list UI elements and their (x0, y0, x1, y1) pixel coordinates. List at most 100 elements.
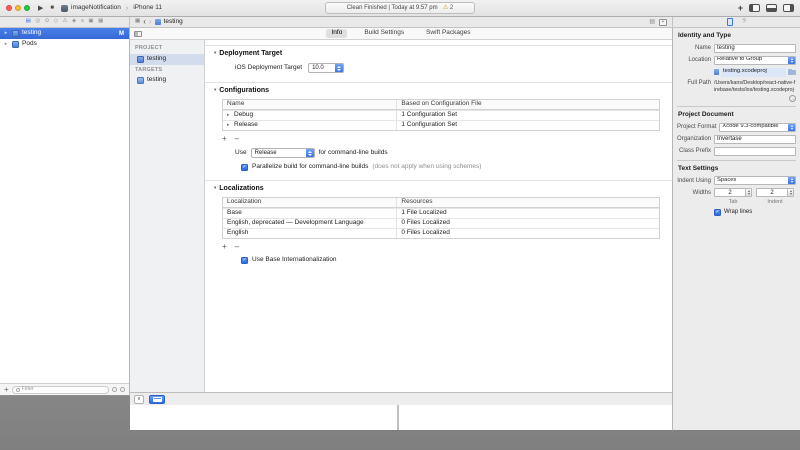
configurations-add-remove: + – (222, 135, 672, 143)
disclosure-icon[interactable]: ▸ (227, 123, 232, 128)
navigator-filter-input[interactable]: Filter (12, 386, 109, 394)
symbol-navigator-icon[interactable]: ⊙ (45, 19, 50, 25)
disclosure-icon[interactable]: ▸ (3, 42, 9, 47)
test-navigator-icon[interactable]: ◈ (72, 19, 76, 25)
disclosure-icon[interactable]: ▸ (3, 31, 9, 36)
toggle-navigator-icon[interactable] (749, 4, 760, 12)
indent-width-stepper[interactable]: 2 (756, 188, 794, 197)
file-row: testing.xcodeproj (677, 68, 796, 77)
forward-icon[interactable]: › (149, 18, 152, 26)
ios-deployment-target-label: iOS Deployment Target (235, 65, 302, 72)
add-configuration-button[interactable]: + (222, 135, 227, 143)
name-field[interactable]: testing (714, 44, 796, 53)
toggle-debug-area-icon[interactable] (766, 4, 777, 12)
localization-name: English (227, 230, 248, 237)
tab-info[interactable]: Info (326, 29, 347, 39)
add-localization-button[interactable]: + (222, 243, 227, 251)
check-icon: ✓ (715, 210, 719, 215)
localization-resources: 0 Files Localized (397, 219, 659, 228)
parallelize-checkbox[interactable]: ✓ (241, 164, 248, 171)
disclosure-icon[interactable]: ▾ (214, 88, 216, 93)
tab-width-stepper[interactable]: 2 (714, 188, 752, 197)
file-inspector-tab-icon[interactable] (727, 18, 733, 26)
table-row[interactable]: English, deprecated — Development Langua… (223, 218, 659, 228)
command-line-config-popup[interactable]: Release (251, 148, 315, 158)
report-navigator-icon[interactable]: ▦ (98, 19, 103, 25)
reveal-in-finder-icon[interactable]: → (789, 95, 796, 102)
target-row[interactable]: testing (130, 75, 204, 86)
navigator-row-pods[interactable]: ▸ Pods (0, 39, 129, 50)
location-popup[interactable]: Relative to Group (714, 56, 796, 65)
warning-badge[interactable]: ⚠ 2 (443, 5, 454, 12)
library-icon[interactable]: + (738, 4, 743, 13)
issue-navigator-icon[interactable]: ⚠ (63, 19, 68, 25)
add-editor-icon[interactable]: + (659, 19, 667, 26)
table-row[interactable]: English 0 Files Localized (223, 228, 659, 238)
hide-debug-area-button[interactable]: ∨ (134, 395, 144, 404)
adjust-editor-options-icon[interactable]: ▤ (649, 19, 655, 25)
source-control-filter-icon[interactable] (120, 387, 125, 392)
remove-localization-button[interactable]: – (235, 243, 239, 251)
debug-layout-toggle[interactable] (149, 395, 165, 404)
source-control-navigator-icon[interactable]: ◎ (35, 19, 40, 25)
breakpoint-navigator-icon[interactable]: ▣ (88, 19, 93, 25)
full-path-row: Full Path /Users/kans/Desktop/react-nati… (677, 80, 796, 103)
base-internationalization-checkbox[interactable]: ✓ (241, 257, 248, 264)
zoom-window-button[interactable] (24, 5, 30, 11)
stepper-arrows-icon[interactable] (787, 189, 793, 196)
deployment-target-header[interactable]: ▾ Deployment Target (205, 50, 672, 61)
class-prefix-field[interactable] (714, 147, 796, 156)
ios-deployment-target-popup[interactable]: 10.0 (308, 63, 344, 73)
run-destination[interactable]: iPhone 11 (133, 5, 162, 12)
tab-swift-packages[interactable]: Swift Packages (421, 29, 475, 39)
sub-bar: ▤ ◎ ⊙ ◇ ⚠ ◈ ≡ ▣ ▦ ▦ ‹ › testing ▤ + (0, 17, 800, 28)
table-row[interactable]: ▸ Release 1 Configuration Set (223, 120, 659, 130)
toggle-targets-list-icon[interactable] (134, 31, 142, 37)
scheme-chevron-icon: › (126, 5, 128, 12)
wrap-lines-checkbox[interactable]: ✓ (714, 209, 721, 216)
back-icon[interactable]: ‹ (143, 18, 146, 26)
warning-count: 2 (450, 5, 453, 11)
remove-configuration-button[interactable]: – (235, 135, 239, 143)
localizations-header[interactable]: ▾ Localizations (205, 185, 672, 196)
scheme-name[interactable]: imageNotification (71, 5, 121, 12)
minimize-window-button[interactable] (15, 5, 21, 11)
project-format-popup[interactable]: Xcode 9.3-compatible (719, 123, 796, 132)
add-file-button[interactable]: + (4, 386, 9, 394)
indent-using-popup[interactable]: Spaces (714, 176, 796, 185)
recent-files-filter-icon[interactable] (112, 387, 117, 392)
project-row[interactable]: testing (130, 54, 204, 65)
debug-navigator-icon[interactable]: ≡ (81, 19, 84, 25)
stop-button[interactable]: ■ (50, 5, 54, 11)
configurations-header[interactable]: ▾ Configurations (205, 87, 672, 98)
choose-location-folder-icon[interactable] (788, 70, 796, 75)
target-row-label: testing (147, 77, 166, 84)
related-items-icon[interactable]: ▦ (135, 19, 140, 25)
class-prefix-row: Class Prefix (677, 147, 796, 156)
project-navigator-icon[interactable]: ▤ (26, 19, 31, 25)
disclosure-icon[interactable]: ▸ (227, 113, 232, 118)
run-button[interactable]: ▶ (38, 5, 43, 12)
table-row[interactable]: ▸ Debug 1 Configuration Set (223, 110, 659, 120)
jump-bar-file-name[interactable]: testing (164, 19, 183, 26)
configuration-name: Release (234, 122, 258, 129)
tab-build-settings[interactable]: Build Settings (359, 29, 409, 39)
variables-view-pane (130, 405, 399, 430)
disclosure-icon[interactable]: ▾ (214, 51, 216, 56)
stepper-arrows-icon[interactable] (745, 189, 751, 196)
quick-help-inspector-tab-icon[interactable]: ? (742, 19, 746, 26)
app-target-icon (137, 77, 144, 84)
project-editor-tab-bar: Info Build Settings Swift Packages (130, 28, 672, 40)
find-navigator-icon[interactable]: ◇ (54, 19, 58, 25)
disclosure-icon[interactable]: ▾ (214, 186, 216, 191)
organization-label: Organization (677, 136, 711, 142)
organization-field[interactable]: Invertase (714, 135, 796, 144)
close-window-button[interactable] (6, 5, 12, 11)
widths-label: Widths (677, 190, 711, 196)
name-row: Name testing (677, 44, 796, 53)
navigator-row-testing[interactable]: ▸ testing M (0, 28, 129, 39)
base-internationalization-row: ✓ Use Base Internationalization (241, 257, 672, 264)
toggle-inspector-icon[interactable] (783, 4, 794, 12)
scheme-selector[interactable]: imageNotification › iPhone 11 (61, 5, 162, 12)
table-row[interactable]: Base 1 File Localized (223, 208, 659, 218)
